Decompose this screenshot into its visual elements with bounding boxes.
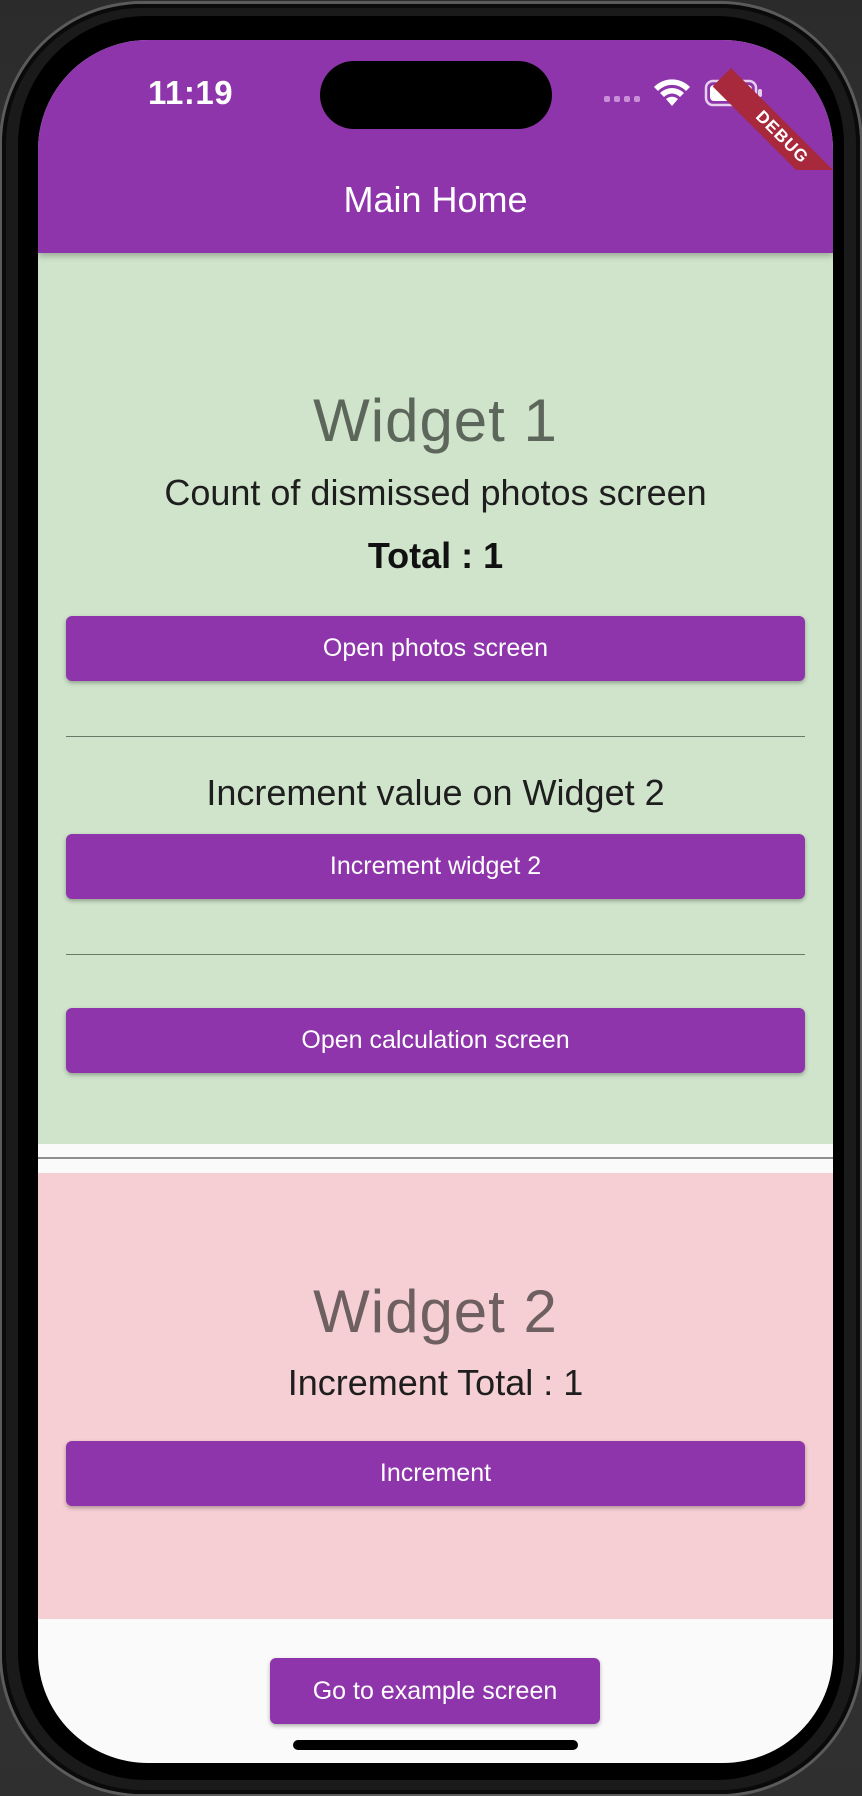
widget-1-panel: Widget 1 Count of dismissed photos scree… <box>38 253 833 1144</box>
widget-2-panel: Widget 2 Increment Total : 1 Increment <box>38 1173 833 1619</box>
widget-1-heading: Widget 1 <box>313 387 558 454</box>
widget-2-heading: Widget 2 <box>313 1278 558 1345</box>
status-time: 11:19 <box>148 74 234 111</box>
dismissed-total: Total : 1 <box>367 535 504 576</box>
wifi-icon <box>654 79 690 106</box>
go-to-example-button[interactable]: Go to example screen <box>270 1658 600 1724</box>
increment-total: Increment Total : 1 <box>287 1362 584 1403</box>
open-photos-button[interactable]: Open photos screen <box>66 616 805 681</box>
cellular-signal-icon <box>604 96 640 102</box>
increment-widget-2-label: Increment value on Widget 2 <box>206 772 665 813</box>
increment-button[interactable]: Increment <box>66 1441 805 1506</box>
divider <box>66 954 805 955</box>
dynamic-island <box>320 61 552 129</box>
phone-screen: 11:19 Main Home DEBUG Widget 1 Count of … <box>38 40 833 1763</box>
increment-widget-2-button[interactable]: Increment widget 2 <box>66 834 805 899</box>
section-divider <box>38 1157 833 1159</box>
desktop-background: 11:19 Main Home DEBUG Widget 1 Count of … <box>0 0 862 1796</box>
home-indicator[interactable] <box>293 1740 578 1750</box>
app-bar-title: Main Home <box>343 179 528 220</box>
dismissed-count-label: Count of dismissed photos screen <box>164 472 707 513</box>
debug-banner: DEBUG <box>703 40 833 170</box>
open-calculation-button[interactable]: Open calculation screen <box>66 1008 805 1073</box>
divider <box>66 736 805 737</box>
debug-banner-label: DEBUG <box>712 68 833 170</box>
